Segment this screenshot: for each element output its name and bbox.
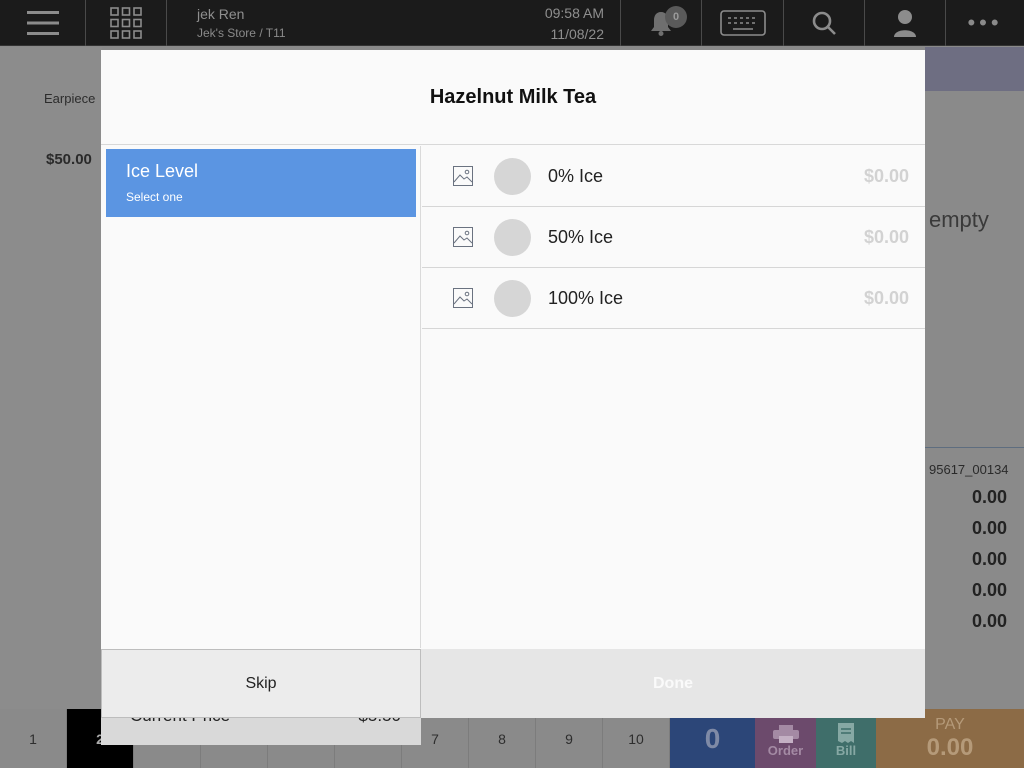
option-label: 100% Ice [548,287,624,308]
hamburger-icon [26,11,59,35]
service-charge-value: 0.00 [972,549,1008,569]
modifier-dialog: Hazelnut Milk Tea Ice Level Select one C… [101,50,925,745]
dialog-header: Hazelnut Milk Tea [101,50,925,145]
keyboard-icon [719,10,766,36]
option-radio[interactable] [494,279,531,317]
image-placeholder-icon [453,288,473,308]
option-radio[interactable] [494,157,531,195]
pay-amount: 0.00 [926,733,974,761]
top-bar: jek Ren Jek's Store / T11 09:58 AM 11/08… [0,0,1024,46]
menu-button[interactable] [0,0,86,46]
option-100-ice[interactable]: 100% Ice $0.00 [422,268,925,329]
total-value: 0.00 [972,611,1008,631]
keyboard-button[interactable] [702,0,784,46]
order-label: Order [767,743,804,758]
clock-date: 11/08/22 [550,25,604,42]
tax-value: 0.00 [972,580,1008,600]
discount-value: 0.00 [972,518,1008,538]
clock-time: 09:58 AM [544,4,604,21]
skip-button[interactable]: Skip [101,649,421,718]
modifier-options-list: 0% Ice $0.00 50% Ice $0.00 100% Ice $0.0… [422,146,925,648]
modifier-group-name: Ice Level [126,161,199,181]
background-cart-panel [925,47,1024,709]
option-radio[interactable] [494,218,531,256]
search-icon [812,11,836,35]
table-tab-1[interactable]: 1 [0,709,67,768]
option-price: $0.00 [863,226,909,247]
subtotal-value: 0.00 [972,487,1008,507]
order-id: 95617_00134 [929,462,1009,477]
option-price: $0.00 [863,287,909,308]
more-options-button[interactable]: ••• [946,0,1024,46]
apps-button[interactable] [86,0,167,46]
cart-empty-text: empty [929,207,989,232]
bill-label: Bill [835,743,857,758]
dialog-title: Hazelnut Milk Tea [429,85,597,108]
receipt-icon [838,723,854,743]
cart-divider [925,447,1024,448]
modifier-group-list: Ice Level Select one Current Price $5.50 [101,146,421,745]
modifier-group-hint: Select one [126,190,183,204]
option-0-ice[interactable]: 0% Ice $0.00 [422,146,925,207]
notifications-button[interactable]: 0 [621,0,702,46]
option-label: 0% Ice [548,165,604,186]
background-item-name: Earpiece [44,91,96,106]
user-store-info: jek Ren Jek's Store / T11 09:58 AM 11/08… [167,0,621,46]
image-placeholder-icon [453,166,473,186]
modifier-group-ice-level[interactable]: Ice Level Select one [106,149,416,217]
user-name: jek Ren [197,6,245,22]
printer-icon [772,725,799,743]
profile-button[interactable] [865,0,946,46]
notification-badge: 0 [665,6,687,28]
store-terminal: Jek's Store / T11 [197,26,286,40]
background-cart-header [925,47,1024,91]
done-button[interactable]: Done [421,649,925,718]
search-button[interactable] [784,0,865,46]
background-item-price: $50.00 [46,151,92,168]
option-price: $0.00 [863,165,909,186]
apps-grid-icon [110,7,142,39]
person-icon [894,10,916,37]
background-left-panel [0,47,102,709]
image-placeholder-icon [453,227,473,247]
pay-label: PAY [935,715,965,733]
option-50-ice[interactable]: 50% Ice $0.00 [422,207,925,268]
option-label: 50% Ice [548,226,614,247]
